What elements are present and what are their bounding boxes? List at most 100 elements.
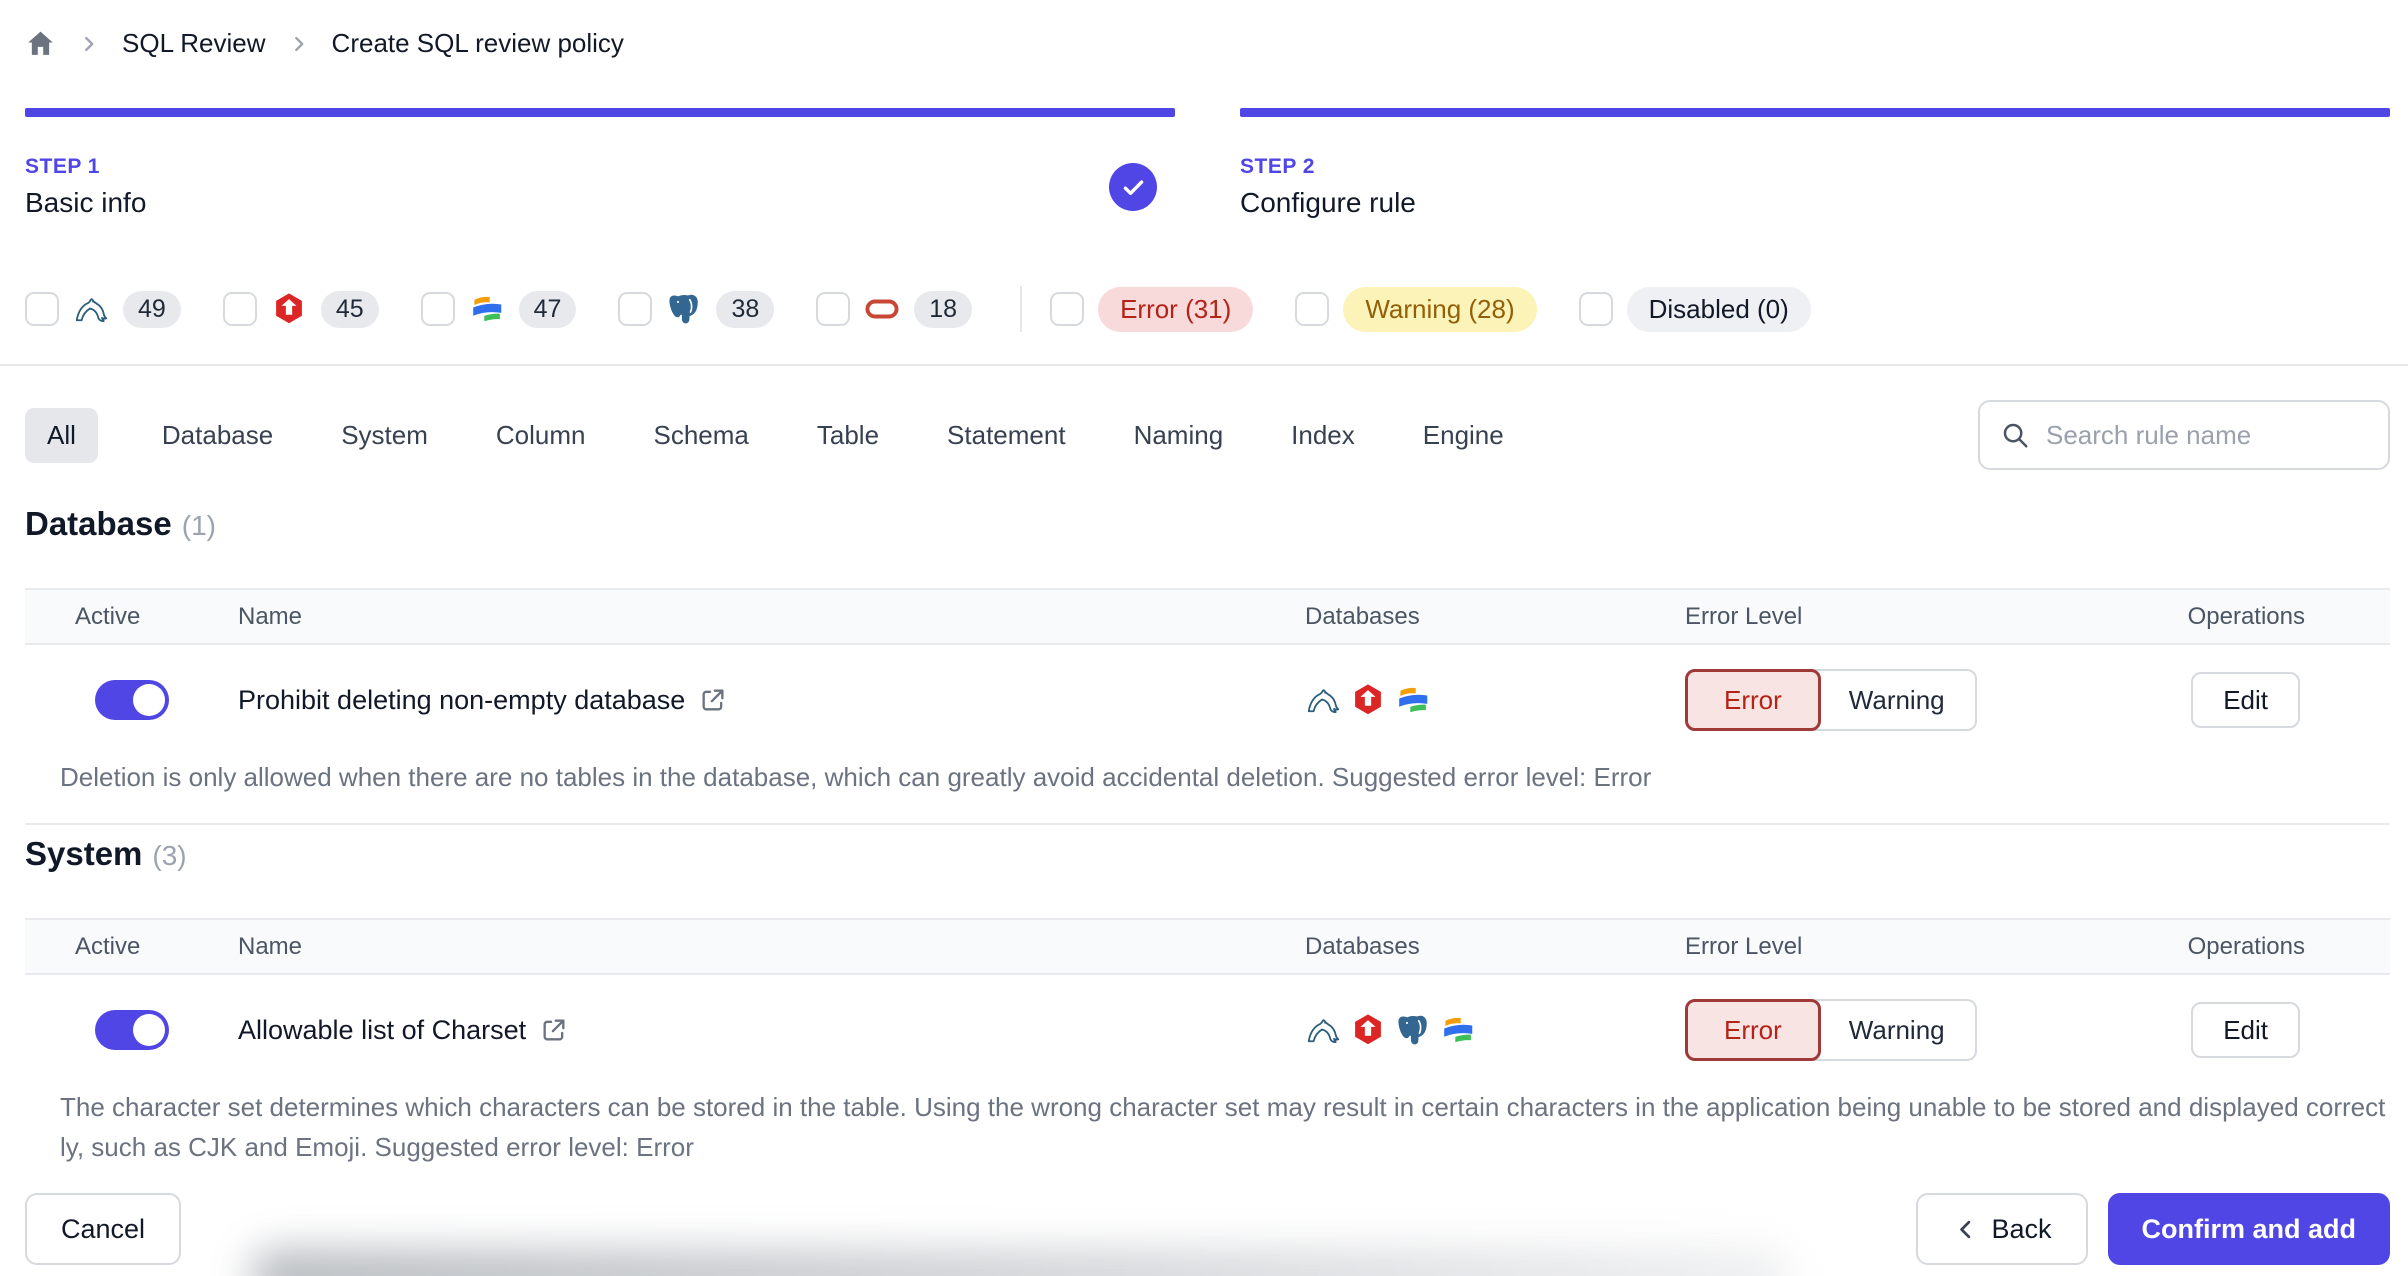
create-sql-review-policy-page: SQL Review Create SQL review policy STEP…	[0, 0, 2408, 1276]
error-level-checkbox[interactable]	[1050, 292, 1085, 326]
step-2[interactable]: STEP 2 Configure rule	[1240, 108, 2390, 219]
external-link-icon[interactable]	[699, 686, 727, 714]
warning-level-pill[interactable]: Warning (28)	[1343, 286, 1537, 332]
rule-active-toggle[interactable]	[95, 680, 169, 720]
step-1[interactable]: STEP 1 Basic info	[25, 108, 1175, 219]
filter-divider	[1020, 286, 1023, 332]
filter-level-disabled: Disabled (0)	[1578, 286, 1811, 332]
col-operations: Operations	[2187, 602, 2305, 630]
tab-column[interactable]: Column	[492, 408, 590, 463]
oracle-checkbox[interactable]	[816, 292, 851, 326]
oceanbase-checkbox[interactable]	[420, 292, 455, 326]
confirm-and-add-button[interactable]: Confirm and add	[2107, 1193, 2390, 1265]
step-2-label: STEP 2	[1240, 155, 1315, 178]
cancel-button[interactable]: Cancel	[25, 1193, 182, 1265]
breadcrumb-sql-review[interactable]: SQL Review	[122, 28, 266, 59]
search-box[interactable]	[1978, 400, 2390, 470]
rule-engines	[1305, 682, 1685, 718]
warning-option-button[interactable]: Warning	[1812, 999, 1977, 1061]
tidb-count-badge: 45	[320, 290, 379, 328]
oceanbase-icon	[469, 291, 505, 327]
disabled-level-pill[interactable]: Disabled (0)	[1626, 286, 1811, 332]
rule-description: The character set determines which chara…	[60, 1092, 2386, 1162]
tidb-icon	[1350, 1012, 1386, 1048]
col-name: Name	[238, 932, 303, 960]
toggle-knob	[133, 684, 165, 716]
table-header: Active Name Databases Error Level Operat…	[25, 590, 2390, 645]
check-icon	[1120, 174, 1147, 201]
edit-button[interactable]: Edit	[2191, 1002, 2300, 1058]
col-databases: Databases	[1305, 932, 1420, 960]
search-input[interactable]	[2046, 419, 2368, 451]
back-button[interactable]: Back	[1916, 1193, 2088, 1265]
error-level-pill[interactable]: Error (31)	[1098, 286, 1254, 332]
col-active: Active	[75, 602, 141, 630]
step-1-completed-badge	[1109, 163, 1157, 211]
error-level-selector: Error Warning	[1685, 669, 2145, 731]
filter-engine-oceanbase: 47	[420, 290, 577, 328]
postgres-count-badge: 38	[716, 290, 775, 328]
step-1-progress-bar	[25, 108, 1175, 117]
search-icon	[2000, 420, 2030, 450]
oceanbase-icon	[1440, 1012, 1476, 1048]
tab-all[interactable]: All	[25, 407, 98, 463]
oracle-icon	[864, 291, 900, 327]
warning-level-checkbox[interactable]	[1295, 292, 1330, 326]
table-header: Active Name Databases Error Level Operat…	[25, 920, 2390, 975]
tab-naming[interactable]: Naming	[1130, 408, 1228, 463]
col-databases: Databases	[1305, 602, 1420, 630]
tab-system[interactable]: System	[337, 408, 432, 463]
rule-active-toggle[interactable]	[95, 1010, 169, 1050]
filter-bar: 49 45 47 38 18 Error (31) Warning (28) D…	[25, 286, 1853, 332]
col-error-level: Error Level	[1685, 602, 1803, 630]
mysql-icon	[1305, 1012, 1341, 1048]
mysql-icon	[1305, 682, 1341, 718]
rule-name: Prohibit deleting non-empty database	[238, 684, 686, 715]
oceanbase-icon	[1395, 682, 1431, 718]
section-divider	[0, 364, 2408, 366]
mysql-icon	[73, 291, 109, 327]
section-title-database: Database (1)	[25, 505, 216, 542]
category-tabs: All Database System Column Schema Table …	[25, 407, 1508, 463]
step-1-label: STEP 1	[25, 155, 100, 178]
mysql-checkbox[interactable]	[25, 292, 59, 326]
section-count: (3)	[152, 840, 187, 871]
filter-engine-tidb: 45	[222, 290, 379, 328]
breadcrumb: SQL Review Create SQL review policy	[25, 28, 624, 59]
tab-schema[interactable]: Schema	[650, 408, 753, 463]
wizard-footer: Cancel Back Confirm and add	[0, 1182, 2408, 1276]
filter-engine-oracle: 18	[816, 290, 973, 328]
chevron-left-icon	[1952, 1216, 1979, 1243]
tab-table[interactable]: Table	[813, 408, 883, 463]
col-name: Name	[238, 602, 303, 630]
table-row: Allowable list of Charset Error Warning …	[25, 975, 2390, 1061]
tab-engine[interactable]: Engine	[1419, 408, 1508, 463]
rule-name: Allowable list of Charset	[238, 1014, 527, 1045]
col-active: Active	[75, 932, 141, 960]
external-link-icon[interactable]	[540, 1016, 568, 1044]
oracle-count-badge: 18	[914, 290, 973, 328]
tidb-icon	[1350, 682, 1386, 718]
rule-engines	[1305, 1012, 1685, 1048]
tab-index[interactable]: Index	[1287, 408, 1359, 463]
home-icon[interactable]	[25, 28, 56, 59]
filter-level-error: Error (31)	[1050, 286, 1254, 332]
filter-level-warning: Warning (28)	[1295, 286, 1537, 332]
toggle-knob	[133, 1014, 165, 1046]
tidb-icon	[271, 291, 307, 327]
col-operations: Operations	[2187, 932, 2305, 960]
database-rules-table: Active Name Databases Error Level Operat…	[25, 588, 2390, 825]
tidb-checkbox[interactable]	[222, 292, 257, 326]
error-option-button[interactable]: Error	[1685, 669, 1821, 731]
postgres-checkbox[interactable]	[618, 292, 653, 326]
edit-button[interactable]: Edit	[2191, 672, 2300, 728]
warning-option-button[interactable]: Warning	[1812, 669, 1977, 731]
tab-statement[interactable]: Statement	[943, 408, 1070, 463]
step-indicator: STEP 1 Basic info STEP 2 Configure rule	[25, 108, 2390, 219]
step-1-title: Basic info	[25, 187, 147, 218]
section-title-system: System (3)	[25, 835, 187, 872]
oceanbase-count-badge: 47	[518, 290, 577, 328]
disabled-level-checkbox[interactable]	[1578, 292, 1613, 326]
tab-database[interactable]: Database	[158, 408, 277, 463]
error-option-button[interactable]: Error	[1685, 999, 1821, 1061]
